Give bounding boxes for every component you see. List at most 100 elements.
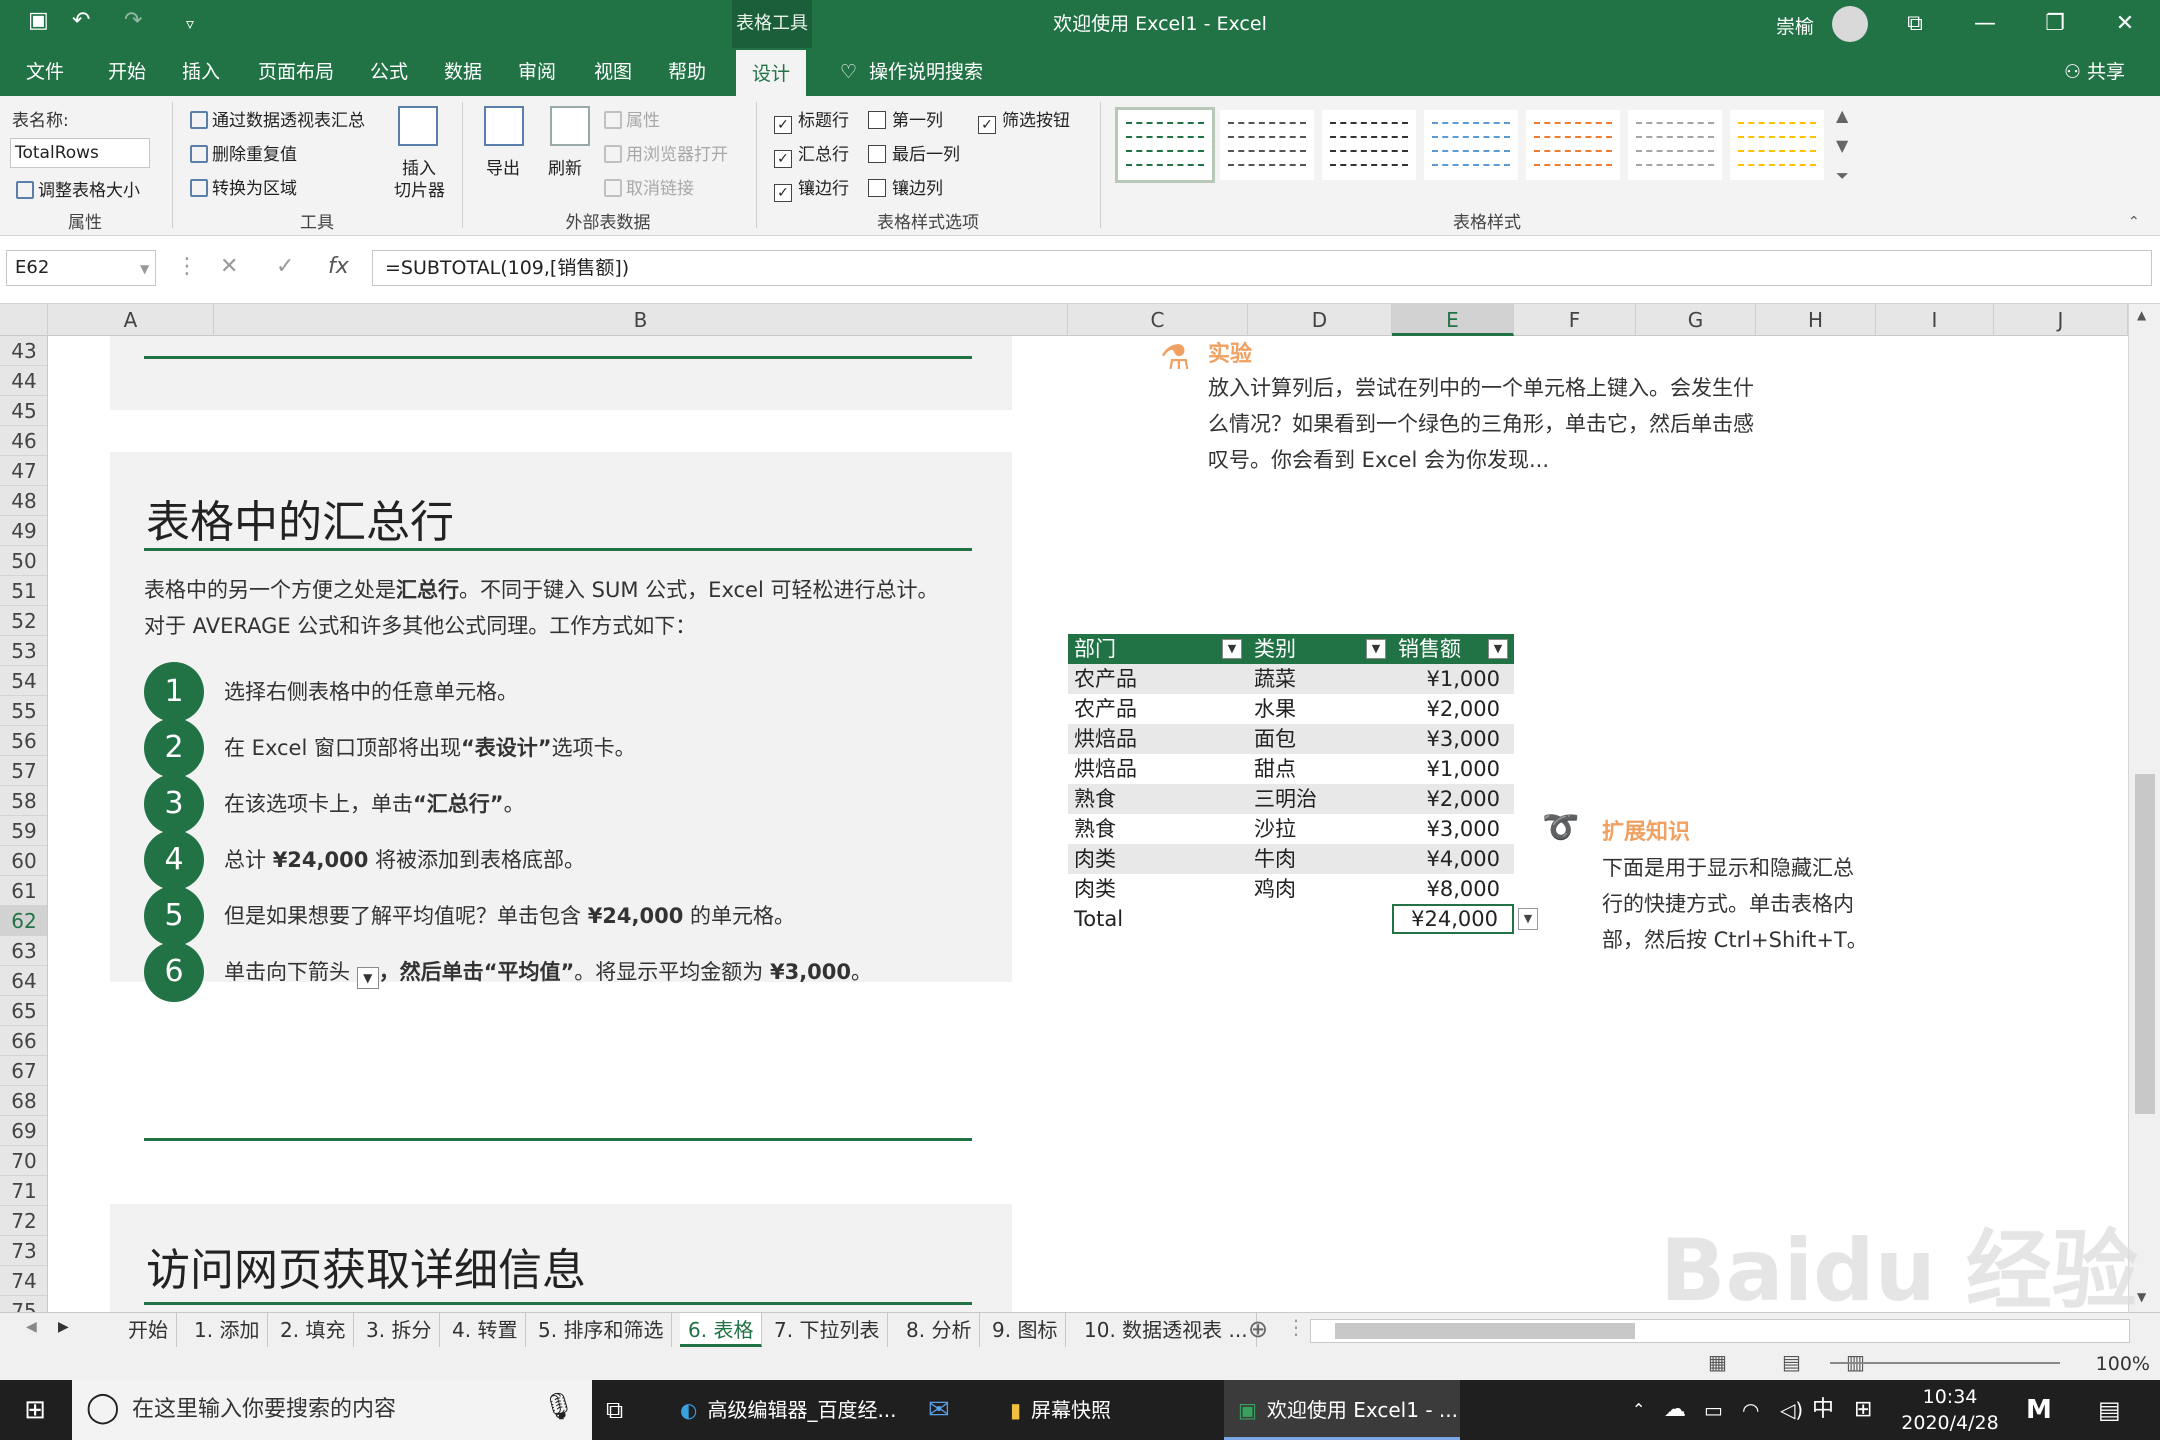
table-cell[interactable]: 烘焙品 — [1074, 724, 1248, 754]
column-header-j[interactable]: J — [1994, 304, 2128, 336]
row-header[interactable]: 43 — [0, 336, 47, 366]
table-style-thumbnail[interactable] — [1730, 110, 1824, 180]
sheet-tab[interactable]: 1. 添加 — [186, 1313, 269, 1347]
volume-icon[interactable]: ◁) — [1780, 1380, 1803, 1440]
table-style-thumbnail[interactable] — [1628, 110, 1722, 180]
table-header-sales[interactable]: 销售额 ▼ — [1392, 634, 1514, 664]
table-cell[interactable]: 肉类 — [1074, 874, 1248, 904]
column-header-f[interactable]: F — [1514, 304, 1636, 336]
row-header[interactable]: 69 — [0, 1116, 47, 1146]
table-style-thumbnail[interactable] — [1526, 110, 1620, 180]
undo-icon[interactable]: ↶ — [72, 8, 90, 33]
filter-button-checkbox[interactable]: ✓ 筛选按钮 — [978, 106, 1070, 134]
external-properties-button[interactable]: 属性 — [604, 106, 660, 131]
tab-home[interactable]: 开始 — [108, 48, 146, 96]
sheet-tab[interactable]: 9. 图标 — [984, 1313, 1067, 1347]
zoom-level[interactable]: 100% — [2096, 1348, 2150, 1380]
gallery-more-icon[interactable]: ⏷ — [1836, 166, 1849, 186]
task-view-icon[interactable]: ⧉ — [606, 1380, 623, 1440]
tab-insert[interactable]: 插入 — [182, 48, 220, 96]
column-header-c[interactable]: C — [1068, 304, 1248, 336]
table-cell[interactable]: 农产品 — [1074, 694, 1248, 724]
row-header[interactable]: 61 — [0, 876, 47, 906]
notification-icon[interactable]: ▤ — [2098, 1380, 2121, 1440]
name-box-dropdown-icon[interactable]: ▼ — [140, 262, 149, 276]
app-m-icon[interactable]: M — [2026, 1380, 2052, 1440]
table-cell[interactable]: 沙拉 — [1254, 814, 1392, 844]
header-row-checkbox[interactable]: ✓ 标题行 — [774, 106, 849, 134]
table-cell[interactable]: 肉类 — [1074, 844, 1248, 874]
row-header[interactable]: 66 — [0, 1026, 47, 1056]
normal-view-icon[interactable]: ▦ — [1708, 1350, 1727, 1374]
row-header[interactable]: 50 — [0, 546, 47, 576]
enter-icon[interactable]: ✓ — [276, 254, 294, 279]
row-header[interactable]: 62 — [0, 906, 47, 936]
table-cell[interactable]: 甜点 — [1254, 754, 1392, 784]
table-name-input[interactable]: TotalRows — [10, 138, 150, 168]
table-header-department[interactable]: 部门 ▼ — [1068, 634, 1248, 664]
table-cell[interactable]: 熟食 — [1074, 784, 1248, 814]
row-header[interactable]: 60 — [0, 846, 47, 876]
column-header-a[interactable]: A — [48, 304, 214, 336]
taskbar-search[interactable]: ◯ 在这里输入你要搜索的内容 🎙︎ — [72, 1380, 592, 1440]
row-header[interactable]: 44 — [0, 366, 47, 396]
sheet-tab[interactable]: 5. 排序和筛选 — [530, 1313, 673, 1347]
mail-icon[interactable]: ✉ — [928, 1380, 950, 1440]
first-column-checkbox[interactable]: 第一列 — [868, 106, 943, 131]
table-header-category[interactable]: 类别 ▼ — [1248, 634, 1392, 664]
row-header[interactable]: 55 — [0, 696, 47, 726]
sheet-tab[interactable]: 4. 转置 — [444, 1313, 527, 1347]
table-style-thumbnail[interactable] — [1115, 107, 1215, 183]
row-header[interactable]: 45 — [0, 396, 47, 426]
filter-dropdown-icon[interactable]: ▼ — [1488, 639, 1508, 659]
filter-dropdown-icon[interactable]: ▼ — [1366, 639, 1386, 659]
tab-split-icon[interactable]: ⋮ — [1286, 1315, 1306, 1339]
resize-table-button[interactable]: 调整表格大小 — [16, 176, 140, 201]
table-cell[interactable]: ¥3,000 — [1392, 724, 1514, 754]
row-header[interactable]: 46 — [0, 426, 47, 456]
table-cell[interactable]: 水果 — [1254, 694, 1392, 724]
table-cell[interactable]: 农产品 — [1074, 664, 1248, 694]
total-label[interactable]: Total — [1074, 904, 1123, 934]
minimize-icon[interactable]: — — [1950, 0, 2020, 48]
sheet-tab[interactable]: 开始 — [120, 1313, 177, 1347]
row-header[interactable]: 49 — [0, 516, 47, 546]
gallery-down-icon[interactable]: ▼ — [1836, 136, 1848, 155]
row-header[interactable]: 53 — [0, 636, 47, 666]
tab-review[interactable]: 审阅 — [518, 48, 556, 96]
banded-rows-checkbox[interactable]: ✓ 镶边行 — [774, 174, 849, 202]
more-options-icon[interactable]: ⋮ — [176, 254, 198, 279]
banded-columns-checkbox[interactable]: 镶边列 — [868, 174, 943, 199]
row-header[interactable]: 56 — [0, 726, 47, 756]
tab-page-layout[interactable]: 页面布局 — [258, 48, 334, 96]
row-header[interactable]: 72 — [0, 1206, 47, 1236]
table-style-thumbnail[interactable] — [1322, 110, 1416, 180]
row-header[interactable]: 59 — [0, 816, 47, 846]
column-header-d[interactable]: D — [1248, 304, 1392, 336]
tab-view[interactable]: 视图 — [594, 48, 632, 96]
save-icon[interactable]: ▣ — [28, 8, 49, 33]
total-value-cell[interactable]: ¥24,000 — [1392, 904, 1514, 934]
worksheet-grid[interactable]: 表格中的汇总行 表格中的另一个方便之处是汇总行。不同于键入 SUM 公式，Exc… — [48, 336, 2128, 1312]
table-cell[interactable]: 熟食 — [1074, 814, 1248, 844]
table-cell[interactable]: 鸡肉 — [1254, 874, 1392, 904]
taskbar-app-edge[interactable]: ◐ 高级编辑器_百度经... — [666, 1380, 916, 1440]
tell-me-search[interactable]: ♡ 操作说明搜索 — [840, 48, 983, 96]
windows-start-icon[interactable]: ⊞ — [0, 1380, 70, 1440]
row-header[interactable]: 52 — [0, 606, 47, 636]
taskbar-app-excel[interactable]: ▣ 欢迎使用 Excel1 - ... — [1224, 1380, 1460, 1440]
name-box[interactable]: E62 — [6, 250, 156, 286]
ribbon-display-options-icon[interactable]: ⧉ — [1880, 0, 1950, 48]
row-header[interactable]: 48 — [0, 486, 47, 516]
row-header[interactable]: 67 — [0, 1056, 47, 1086]
formula-input[interactable]: =SUBTOTAL(109,[销售额]) — [372, 250, 2152, 286]
row-header[interactable]: 51 — [0, 576, 47, 606]
microphone-icon[interactable]: 🎙︎ — [542, 1392, 575, 1422]
taskbar-clock[interactable]: 10:34 2020/4/28 — [1890, 1384, 2010, 1436]
sheet-tab[interactable]: 10. 数据透视表 ... — [1076, 1313, 1257, 1347]
table-cell[interactable]: ¥1,000 — [1392, 754, 1514, 784]
vertical-scrollbar[interactable]: ▲ ▼ — [2128, 304, 2160, 1312]
cloud-icon[interactable]: ☁ — [1664, 1380, 1686, 1440]
tray-overflow-icon[interactable]: ⌃ — [1632, 1380, 1645, 1440]
row-header[interactable]: 65 — [0, 996, 47, 1026]
